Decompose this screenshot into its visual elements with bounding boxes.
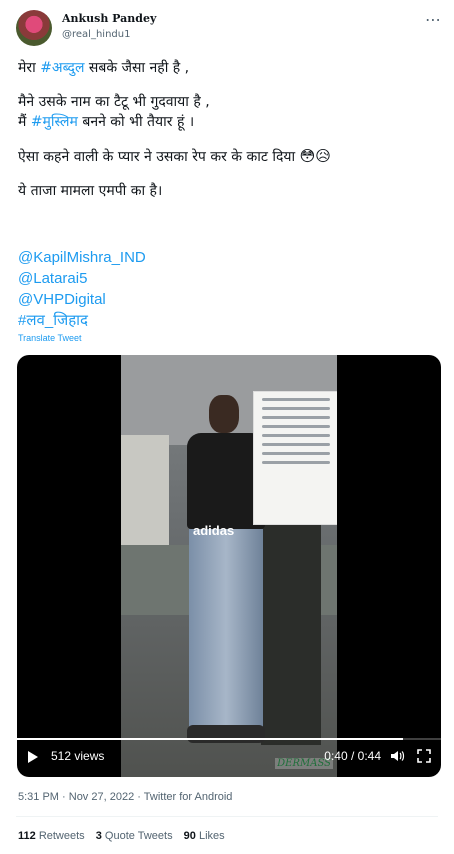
tweet-line: मैने उसके नाम का टैटू भी गुदवाया है , xyxy=(18,92,438,112)
mention-link[interactable]: @KapilMishra_IND xyxy=(18,247,146,268)
mention-link[interactable]: @Latarai5 xyxy=(18,268,146,289)
tweet-meta: 5:31 PM · Nov 27, 2022 · Twitter for And… xyxy=(18,791,232,803)
news-clipping xyxy=(253,391,337,525)
video-player[interactable]: adidas DERMASS 512 views 0:40 / 0:44 xyxy=(17,355,441,777)
retweets-count: 112 xyxy=(18,830,36,842)
likes-count: 90 xyxy=(183,830,196,842)
text-segment: मेरा xyxy=(18,60,41,76)
likes-stat[interactable]: 90 Likes xyxy=(184,830,225,842)
video-time: 0:40 / 0:44 xyxy=(324,749,381,763)
tweet-date[interactable]: Nov 27, 2022 xyxy=(69,791,134,803)
video-controls: 512 views 0:40 / 0:44 xyxy=(17,739,441,777)
text-segment: सबके जैसा नही है , xyxy=(84,60,190,76)
author-name[interactable]: Ankush Pandey xyxy=(62,12,156,25)
text-segment: ये ताजा मामला एमपी का है। xyxy=(18,183,163,199)
avatar[interactable] xyxy=(16,10,52,46)
clipping-line xyxy=(262,443,330,446)
text-segment: मैने उसके नाम का टैटू भी गुदवाया है , xyxy=(18,94,210,110)
tweet-line: मेरा #अब्दुल सबके जैसा नही है , xyxy=(18,58,438,78)
fullscreen-icon[interactable] xyxy=(417,749,431,763)
tweet-header: Ankush Pandey @real_hindu1 ⋯ xyxy=(16,10,446,46)
meta-separator: · xyxy=(134,791,144,803)
clipping-line xyxy=(262,416,330,419)
tweet-line: ये ताजा मामला एमपी का है। xyxy=(18,181,438,201)
play-icon[interactable] xyxy=(28,751,38,763)
meta-separator: · xyxy=(58,791,69,803)
text-segment: ऐसा कहने वाली के प्यार ने उसका रेप कर के… xyxy=(18,149,300,165)
clipping-line xyxy=(262,434,330,437)
quote-tweets-label: Quote Tweets xyxy=(104,830,173,842)
clipping-line xyxy=(262,461,330,464)
tweet-text: मेरा #अब्दुल सबके जैसा नही है , मैने उसक… xyxy=(18,58,438,201)
ellipsis-icon[interactable]: ⋯ xyxy=(425,10,441,29)
emoji: 😳😥 xyxy=(299,147,331,165)
clipping-line xyxy=(262,452,330,455)
translate-tweet-link[interactable]: Translate Tweet xyxy=(18,333,82,343)
tweet-source: Twitter for Android xyxy=(143,791,233,803)
tweet-line: ऐसा कहने वाली के प्यार ने उसका रेप कर के… xyxy=(18,146,438,167)
tweet-time[interactable]: 5:31 PM xyxy=(18,791,59,803)
retweets-stat[interactable]: 112 Retweets xyxy=(18,830,85,842)
mention-link[interactable]: @VHPDigital xyxy=(18,289,146,310)
volume-icon[interactable] xyxy=(389,748,405,764)
video-person-head xyxy=(209,395,239,433)
mention-list: @KapilMishra_IND @Latarai5 @VHPDigital #… xyxy=(18,247,146,331)
tweet-stats: 112 Retweets 3 Quote Tweets 90 Likes xyxy=(18,830,233,842)
hashtag-link[interactable]: #लव_जिहाद xyxy=(18,310,146,331)
hashtag-link[interactable]: #मुस्लिम xyxy=(31,114,78,130)
text-segment: मैं xyxy=(18,114,31,130)
author-handle[interactable]: @real_hindu1 xyxy=(62,29,130,40)
view-count: 512 views xyxy=(51,749,105,763)
text-segment: बनने को भी तैयार हूं । xyxy=(77,114,195,130)
video-frame[interactable]: adidas DERMASS xyxy=(121,355,337,777)
retweets-label: Retweets xyxy=(38,830,85,842)
tweet-line: मैं #मुस्लिम बनने को भी तैयार हूं । xyxy=(18,112,438,132)
video-person-jeans xyxy=(189,529,263,729)
hashtag-link[interactable]: #अब्दुल xyxy=(40,60,84,76)
quote-tweets-count: 3 xyxy=(95,830,102,842)
shirt-brand-text: adidas xyxy=(193,523,235,538)
clipping-line xyxy=(262,407,330,410)
likes-label: Likes xyxy=(198,830,225,842)
divider xyxy=(16,816,438,817)
clipping-line xyxy=(262,425,330,428)
clipping-line xyxy=(262,398,330,401)
quote-tweets-stat[interactable]: 3 Quote Tweets xyxy=(96,830,173,842)
